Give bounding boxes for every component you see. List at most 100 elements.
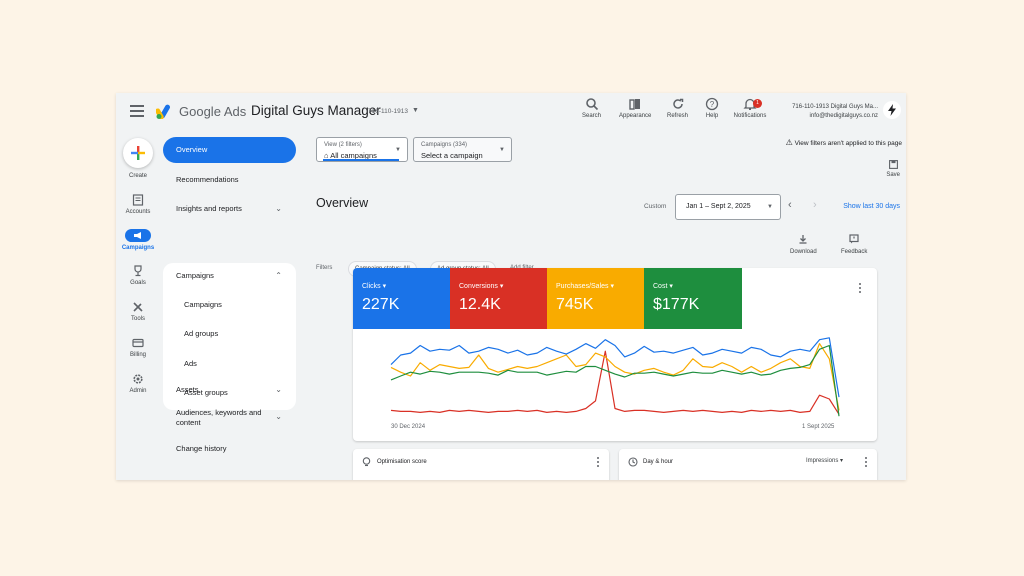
notifications-tool[interactable]: Notifications 1: [730, 97, 770, 119]
nav-change-history[interactable]: Change history: [163, 436, 296, 462]
metric-cost-label: Cost ▾: [653, 283, 673, 290]
nav-sub-ads[interactable]: Ads: [184, 359, 197, 368]
rail-item-campaigns-label: Campaigns: [121, 245, 155, 251]
account-id: 716-110-1913: [368, 108, 408, 115]
nav-assets[interactable]: Assets ⌄: [163, 377, 296, 403]
chevron-down-icon: ⌄: [275, 204, 282, 213]
caret-down-icon: ▼: [499, 147, 505, 153]
nav-sub-campaigns[interactable]: Campaigns: [184, 300, 222, 309]
svg-text:?: ?: [710, 100, 715, 109]
rail-item-goals-label: Goals: [130, 280, 146, 286]
metric-conversions-label: Conversions ▾: [459, 283, 504, 290]
metric-cost-value: $177K: [653, 296, 700, 313]
help-tool[interactable]: ? Help: [705, 97, 719, 119]
metric-clicks[interactable]: Clicks ▾ 227K: [353, 268, 451, 329]
metric-conversions[interactable]: Conversions ▾ 12.4K: [450, 268, 548, 329]
nav-insights[interactable]: Insights and reports ⌄: [163, 196, 296, 222]
date-range-value: Jan 1 – Sept 2, 2025: [686, 203, 751, 210]
filters-label: Filters: [316, 265, 333, 271]
create-label: Create: [128, 173, 147, 179]
date-custom-label: Custom: [644, 203, 667, 210]
rail-item-goals[interactable]: Goals: [116, 265, 160, 286]
download-button[interactable]: Download: [790, 234, 817, 255]
metric-clicks-name: Clicks: [362, 283, 381, 290]
metric-clicks-value: 227K: [362, 296, 400, 313]
billing-icon: [132, 338, 144, 348]
caret-down-icon: ▼: [767, 204, 773, 210]
prev-period-icon[interactable]: ‹: [788, 199, 792, 211]
x-tick-end: 1 Sept 2025: [802, 424, 835, 430]
nav-campaigns[interactable]: Campaigns ⌃: [163, 263, 296, 289]
campaign-select-small: Campaigns (334): [421, 142, 468, 148]
nav-sub-ad-groups[interactable]: Ad groups: [184, 329, 218, 338]
optimisation-score-card: Optimisation score: [353, 449, 609, 480]
campaigns-pill: [125, 229, 151, 242]
download-label: Download: [790, 249, 817, 255]
nav-recommendations[interactable]: Recommendations: [163, 167, 296, 193]
metric-purchases[interactable]: Purchases/Sales ▾ 745K: [547, 268, 645, 329]
nav-audiences[interactable]: Audiences, keywords and content ⌄: [163, 401, 296, 435]
brand-name: Google Ads: [179, 104, 247, 119]
x-tick-start: 30 Dec 2024: [391, 424, 426, 430]
refresh-tool-label: Refresh: [667, 113, 689, 119]
performance-chart-card: Clicks ▾ 227K Conversions ▾ 12.4K Purcha…: [353, 268, 877, 441]
rail-item-campaigns[interactable]: Campaigns: [116, 229, 160, 251]
metric-clicks-label: Clicks ▾: [362, 283, 387, 290]
series-line-conversions: [390, 350, 840, 415]
rail-item-admin[interactable]: Admin: [116, 373, 160, 394]
day-hour-more-icon[interactable]: [861, 455, 871, 469]
show-last-30-days-link[interactable]: Show last 30 days: [843, 203, 900, 210]
save-button[interactable]: Save: [886, 160, 900, 178]
chevron-up-icon: ⌃: [275, 271, 282, 280]
day-hour-card: Day & hour Impressions ▾: [619, 449, 877, 480]
search-tool[interactable]: Search: [582, 97, 601, 119]
campaign-select-value: Select a campaign: [421, 151, 483, 160]
caret-down-icon: ▼: [395, 147, 401, 153]
lightbulb-icon: [362, 457, 371, 467]
rail-item-admin-label: Admin: [129, 388, 147, 394]
rail-item-accounts[interactable]: Accounts: [116, 194, 160, 215]
impressions-dropdown[interactable]: Impressions ▾: [806, 457, 843, 464]
download-icon: [799, 235, 807, 244]
chart-more-options-icon[interactable]: [855, 281, 865, 295]
help-tool-label: Help: [705, 113, 719, 119]
left-rail: Create Accounts Campaigns Goals Tools Bi…: [116, 130, 160, 480]
nav-overview[interactable]: Overview: [163, 137, 296, 163]
clock-icon: [628, 457, 638, 467]
flash-button[interactable]: [883, 101, 901, 119]
warning-icon: ⚠: [785, 138, 793, 147]
optimisation-more-icon[interactable]: [593, 455, 603, 469]
nav-assets-label: Assets: [176, 385, 199, 394]
account-info-line1: 716-110-1913 Digital Guys Ma...: [792, 104, 878, 110]
optimisation-score-title: Optimisation score: [377, 459, 427, 465]
metric-purchases-value: 745K: [556, 296, 594, 313]
appearance-tool[interactable]: Appearance: [619, 97, 651, 119]
accounts-icon: [132, 194, 144, 206]
rail-item-tools-label: Tools: [130, 316, 145, 322]
next-period-icon[interactable]: ›: [813, 199, 817, 211]
campaign-select-dropdown[interactable]: Campaigns (334) Select a campaign ▼: [413, 137, 512, 162]
metric-conversions-value: 12.4K: [459, 296, 501, 313]
account-info[interactable]: 716-110-1913 Digital Guys Ma... info@the…: [792, 103, 878, 121]
metric-cost[interactable]: Cost ▾ $177K: [644, 268, 742, 329]
date-range-dropdown[interactable]: Jan 1 – Sept 2, 2025 ▼: [675, 194, 781, 220]
create-button[interactable]: [123, 138, 153, 168]
appearance-icon: [629, 99, 641, 110]
refresh-tool[interactable]: Refresh: [667, 97, 688, 119]
chevron-down-icon: ⌄: [275, 385, 282, 394]
nav-insights-label: Insights and reports: [176, 204, 242, 213]
feedback-button[interactable]: Feedback: [841, 234, 867, 255]
rail-create-label-wrap: Create: [116, 173, 160, 179]
series-line-purchases-sales: [390, 343, 840, 411]
goals-icon: [134, 265, 142, 277]
google-ads-logo: [156, 104, 170, 119]
account-name[interactable]: Digital Guys Manager: [251, 103, 381, 118]
rail-item-tools[interactable]: Tools: [116, 301, 160, 322]
app-window: Google Ads Digital Guys Manager 716-110-…: [116, 93, 906, 480]
view-filter-dropdown[interactable]: View (2 filters) ⌂ All campaigns ▼: [316, 137, 408, 162]
rail-item-billing[interactable]: Billing: [116, 337, 160, 358]
menu-icon[interactable]: [130, 105, 144, 117]
search-icon: [585, 98, 598, 111]
admin-icon: [133, 374, 143, 384]
account-dropdown-icon[interactable]: ▼: [412, 107, 419, 114]
